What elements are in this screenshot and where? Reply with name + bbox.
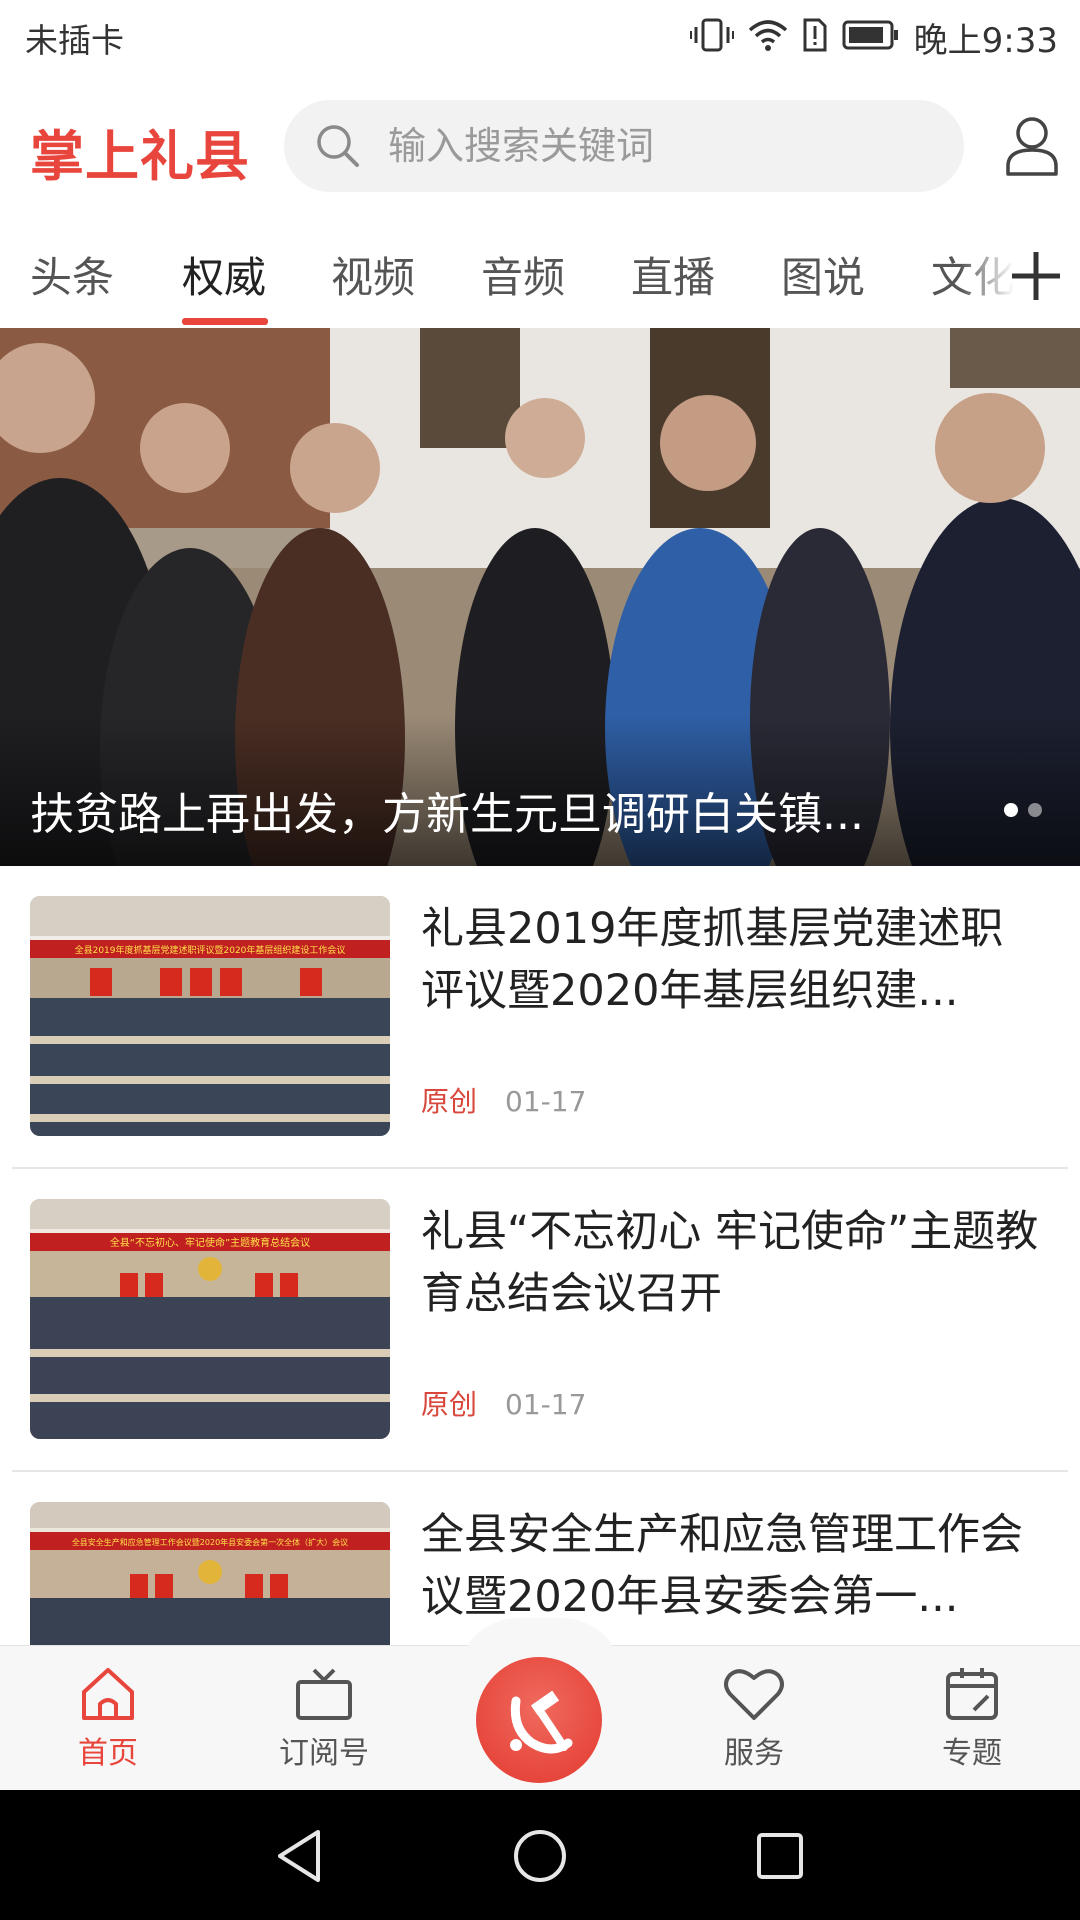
- tab-audio[interactable]: 音频: [481, 244, 565, 305]
- tab-live[interactable]: 直播: [631, 244, 715, 305]
- hero-carousel[interactable]: 扶贫路上再出发，方新生元旦调研白关镇...: [0, 328, 1080, 866]
- news-title: 全县安全生产和应急管理工作会议暨2020年县安委会第一...: [421, 1510, 1023, 1622]
- recents-icon[interactable]: [750, 1826, 810, 1886]
- source-badge: 原创: [421, 1388, 478, 1421]
- app-header: 掌上礼县: [0, 98, 1080, 194]
- news-thumbnail: 全县“不忘初心、牢记使命”主题教育总结会议: [30, 1199, 390, 1439]
- status-bar: 未插卡 晚上9:33: [0, 0, 1080, 76]
- news-item[interactable]: 全县“不忘初心、牢记使命”主题教育总结会议 礼县“不忘初心 牢记使命”主题教育总…: [0, 1169, 1080, 1471]
- nav-home-label: 首页: [78, 1736, 138, 1771]
- tab-toutiao[interactable]: 头条: [30, 244, 114, 305]
- app-logo: 掌上礼县: [30, 125, 250, 188]
- tab-quanwei[interactable]: 权威: [182, 244, 266, 305]
- nav-subscribe-label: 订阅号: [279, 1736, 369, 1771]
- news-title: 礼县“不忘初心 牢记使命”主题教育总结会议召开: [421, 1207, 1039, 1319]
- home-circle-icon[interactable]: [510, 1826, 570, 1886]
- thumb-banner-text: 全县“不忘初心、牢记使命”主题教育总结会议: [110, 1236, 310, 1249]
- nav-service[interactable]: 服务: [684, 1666, 824, 1772]
- vibrate-icon: [689, 17, 734, 57]
- search-icon: [314, 122, 362, 174]
- nav-service-label: 服务: [724, 1736, 784, 1771]
- wifi-icon: [748, 18, 788, 56]
- search-input[interactable]: [388, 100, 928, 192]
- news-item[interactable]: 全县2019年度抓基层党建述职评议暨2020年基层组织建设工作会议 礼县2019…: [0, 866, 1080, 1168]
- hero-title: 扶贫路上再出发，方新生元旦调研白关镇...: [30, 789, 864, 840]
- carousel-dot: [1004, 803, 1018, 817]
- carousel-indicator: [1004, 803, 1042, 817]
- news-meta: 原创 01-17: [421, 1383, 586, 1423]
- tv-icon: [296, 1668, 352, 1720]
- home-icon: [82, 1668, 134, 1720]
- add-channel-icon[interactable]: [1010, 250, 1062, 306]
- news-date: 01-17: [505, 1388, 587, 1421]
- user-profile-icon[interactable]: [1004, 116, 1060, 180]
- sim-alert-icon: [802, 17, 828, 57]
- hammer-sickle-icon: [510, 1690, 573, 1754]
- nav-topics-label: 专题: [942, 1736, 1002, 1771]
- nav-subscribe[interactable]: 订阅号: [254, 1666, 394, 1772]
- party-center-button[interactable]: [476, 1657, 602, 1783]
- category-tabs: 头条 权威 视频 音频 直播 图说 文化: [0, 232, 1080, 328]
- nav-home[interactable]: 首页: [38, 1666, 178, 1772]
- news-title: 礼县2019年度抓基层党建述职评议暨2020年基层组织建...: [421, 904, 1004, 1016]
- source-badge: 原创: [421, 1085, 478, 1118]
- heart-icon: [724, 1669, 784, 1720]
- search-bar[interactable]: [284, 100, 964, 192]
- news-thumbnail: 全县2019年度抓基层党建述职评议暨2020年基层组织建设工作会议: [30, 896, 390, 1136]
- thumb-banner-text: 全县2019年度抓基层党建述职评议暨2020年基层组织建设工作会议: [75, 944, 346, 956]
- carousel-dot: [1028, 803, 1042, 817]
- carrier-label: 未插卡: [25, 21, 124, 60]
- nav-topics[interactable]: 专题: [902, 1666, 1042, 1772]
- news-date: 01-17: [505, 1085, 587, 1118]
- back-icon[interactable]: [270, 1826, 330, 1886]
- tab-video[interactable]: 视频: [331, 244, 415, 305]
- battery-icon: [842, 19, 900, 55]
- tab-picture-story[interactable]: 图说: [781, 244, 865, 305]
- calendar-icon: [946, 1668, 998, 1720]
- news-meta: 原创 01-17: [421, 1080, 586, 1120]
- clock: 晚上9:33: [913, 20, 1058, 61]
- system-navigation-bar: [0, 1790, 1080, 1920]
- active-tab-indicator: [182, 318, 268, 325]
- status-icons: 晚上9:33: [689, 12, 1058, 62]
- thumb-banner-text: 全县安全生产和应急管理工作会议暨2020年县安委会第一次全体（扩大）会议: [72, 1537, 348, 1547]
